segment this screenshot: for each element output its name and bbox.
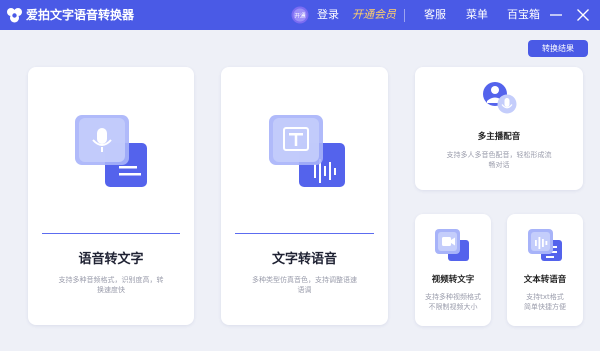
doc-to-speech-desc-line-1: 支持txt格式 <box>526 293 564 301</box>
speech-to-text-desc-line-2: 换速度快 <box>97 286 125 294</box>
speech-to-text-desc: 支持多种音频格式，识别度高，转 换速度快 <box>36 275 186 295</box>
title-bar: 爱拍文字语音转换器 开通 登录 开通会员 客服 菜单 百宝箱 <box>0 0 600 30</box>
close-icon[interactable] <box>574 6 592 24</box>
doc-to-speech-title: 文本转语音 <box>523 275 567 285</box>
minimize-icon[interactable] <box>547 6 565 24</box>
text-to-speech-title: 文字转语音 <box>271 252 337 267</box>
multi-speaker-desc-line-1: 支持多人多音色配音，轻松形成流 <box>446 151 552 159</box>
doc-to-speech-desc: 支持txt格式 简单快捷方便 <box>509 292 581 312</box>
speech-to-text-desc-line-1: 支持多种音频格式，识别度高，转 <box>58 276 164 284</box>
text-to-speech-desc: 多种类型仿真音色，支持调整语速 语调 <box>229 275 380 295</box>
user-avatar-icon[interactable]: 开通 <box>291 6 309 24</box>
multi-speaker-icon <box>483 82 517 114</box>
doc-to-speech-card[interactable]: 文本转语音 支持txt格式 简单快捷方便 <box>507 214 583 326</box>
video-to-text-desc: 支持多种视频格式 不限制视频大小 <box>417 292 489 312</box>
main-menu[interactable]: 菜单 <box>466 8 488 22</box>
titlebar-divider <box>404 9 405 22</box>
multi-speaker-desc: 支持多人多音色配音，轻松形成流 畅对话 <box>423 150 575 170</box>
card-divider <box>235 233 374 234</box>
card-divider <box>42 233 180 234</box>
text-to-audio-icon <box>269 115 345 187</box>
speech-to-text-card[interactable]: 语音转文字 支持多种音频格式，识别度高，转 换速度快 <box>28 67 194 325</box>
avatar-text: 开通 <box>294 12 306 20</box>
multi-speaker-title: 多主播配音 <box>477 132 521 142</box>
microphone-document-icon <box>75 115 147 187</box>
video-to-text-title: 视频转文字 <box>431 275 475 285</box>
login-link[interactable]: 登录 <box>317 8 339 22</box>
toolbox-menu[interactable]: 百宝箱 <box>507 8 540 22</box>
multi-speaker-card[interactable]: 多主播配音 支持多人多音色配音，轻松形成流 畅对话 <box>415 67 583 190</box>
vip-link[interactable]: 开通会员 <box>352 8 396 22</box>
text-to-speech-card[interactable]: 文字转语音 多种类型仿真音色，支持调整语速 语调 <box>221 67 388 325</box>
document-audio-icon <box>528 229 562 261</box>
video-to-text-card[interactable]: 视频转文字 支持多种视频格式 不限制视频大小 <box>415 214 491 326</box>
text-to-speech-desc-line-2: 语调 <box>297 286 312 294</box>
multi-speaker-desc-line-2: 畅对话 <box>488 161 510 169</box>
video-to-text-desc-line-1: 支持多种视频格式 <box>425 293 481 301</box>
doc-to-speech-desc-line-2: 简单快捷方便 <box>524 303 566 311</box>
speech-to-text-title: 语音转文字 <box>78 252 144 267</box>
app-logo-icon <box>7 8 22 23</box>
text-to-speech-desc-line-1: 多种类型仿真音色，支持调整语速 <box>252 276 357 284</box>
service-menu[interactable]: 客服 <box>424 8 446 22</box>
video-to-text-desc-line-2: 不限制视频大小 <box>428 303 478 311</box>
convert-result-button[interactable]: 转换结果 <box>528 40 588 57</box>
app-title: 爱拍文字语音转换器 <box>26 8 135 22</box>
video-to-text-icon <box>435 229 469 261</box>
